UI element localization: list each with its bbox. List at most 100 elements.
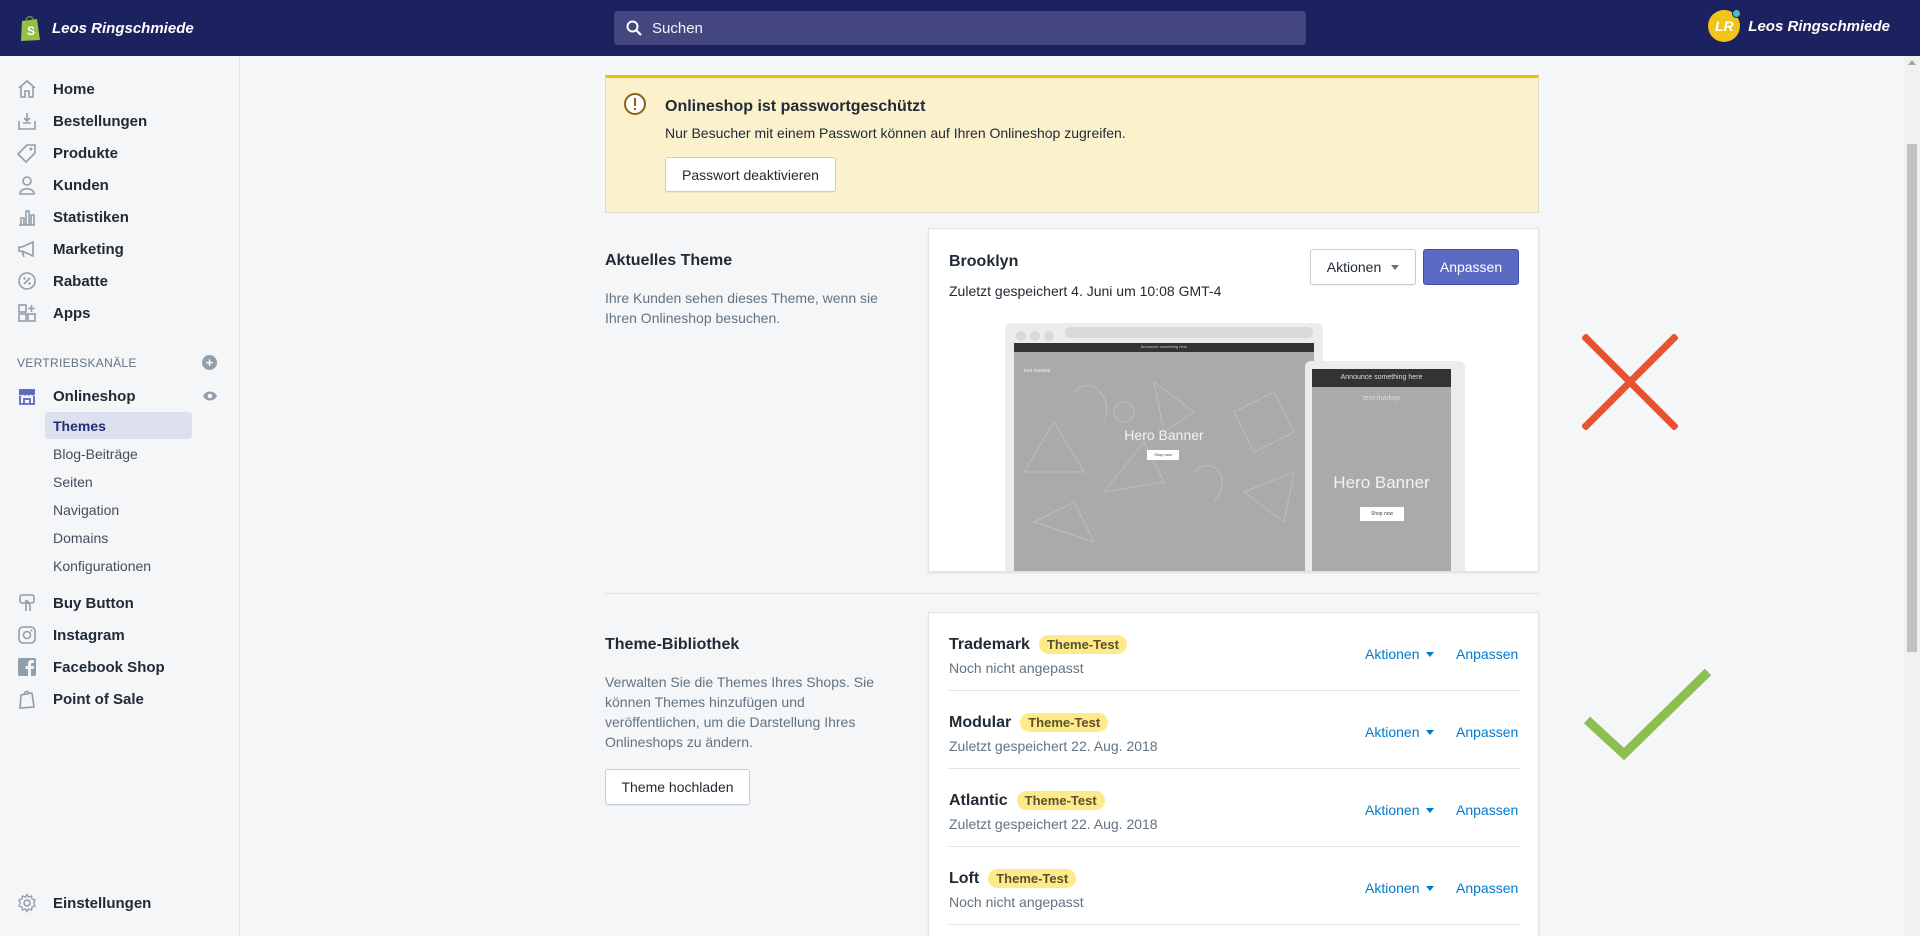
theme-row: Loft Theme-Test Noch nicht angepasst Akt… <box>949 847 1520 925</box>
hero-pattern-image: test-markep <box>1023 368 1295 543</box>
upload-theme-button[interactable]: Theme hochladen <box>605 769 750 805</box>
theme-actions-dropdown[interactable]: Aktionen <box>1365 724 1435 740</box>
sidebar-item-facebook-shop[interactable]: Facebook Shop <box>16 654 165 680</box>
password-banner: Onlineshop ist passwortgeschützt Nur Bes… <box>605 75 1539 213</box>
sidebar-item-label: Bestellungen <box>53 112 148 130</box>
sidebar-item-label: Onlineshop <box>53 387 136 405</box>
theme-title: Trademark Theme-Test <box>949 635 1127 654</box>
sidebar: Home Bestellungen Produkte Kunden Statis… <box>0 56 240 936</box>
current-theme-heading: Aktuelles Theme <box>605 252 733 269</box>
desktop-screen: Announce something here test-markep Hero… <box>1014 343 1314 571</box>
current-theme-card: Brooklyn Zuletzt gespeichert 4. Juni um … <box>928 228 1539 572</box>
sidebar-subitem-domains[interactable]: Domains <box>45 524 192 551</box>
actions-label: Aktionen <box>1365 880 1420 896</box>
sidebar-item-products[interactable]: Produkte <box>16 140 118 166</box>
chevron-down-icon <box>1426 651 1435 657</box>
sidebar-item-label: Point of Sale <box>53 690 144 708</box>
tag-icon <box>16 142 38 164</box>
theme-title: Atlantic Theme-Test <box>949 791 1105 810</box>
sidebar-item-label: Marketing <box>53 240 124 258</box>
sidebar-item-home[interactable]: Home <box>16 76 95 102</box>
sidebar-subitem-blog-posts[interactable]: Blog-Beiträge <box>45 440 192 467</box>
theme-test-badge: Theme-Test <box>988 869 1077 888</box>
sidebar-item-label: Einstellungen <box>53 894 152 912</box>
chevron-down-icon <box>1391 264 1400 270</box>
sidebar-item-instagram[interactable]: Instagram <box>16 622 125 648</box>
theme-title: Loft Theme-Test <box>949 869 1077 888</box>
theme-customize-link[interactable]: Anpassen <box>1456 646 1518 662</box>
sidebar-item-orders[interactable]: Bestellungen <box>16 108 147 134</box>
search-bar[interactable] <box>614 11 1306 45</box>
apps-icon <box>16 302 38 324</box>
theme-customize-link[interactable]: Anpassen <box>1456 880 1518 896</box>
theme-library-card: Trademark Theme-Test Noch nicht angepass… <box>928 612 1539 936</box>
sidebar-subitem-pages[interactable]: Seiten <box>45 468 192 495</box>
actions-label: Aktionen <box>1326 259 1382 275</box>
banner-text: Nur Besucher mit einem Passwort können a… <box>665 125 1126 141</box>
notification-dot <box>1732 9 1742 18</box>
eye-icon[interactable] <box>202 390 218 402</box>
theme-name: Loft <box>949 869 980 887</box>
hero-banner-text: Hero Banner <box>1124 427 1204 443</box>
person-icon <box>16 174 38 196</box>
sidebar-subitem-navigation[interactable]: Navigation <box>45 496 192 523</box>
theme-name: Atlantic <box>949 791 1008 809</box>
theme-customize-link[interactable]: Anpassen <box>1456 802 1518 818</box>
mobile-screen: Announce something here test-markep Hero… <box>1312 369 1451 571</box>
cross-mark-icon <box>1582 334 1678 430</box>
sidebar-item-label: Statistiken <box>53 208 129 226</box>
sidebar-item-online-store[interactable]: Onlineshop <box>16 383 136 409</box>
theme-actions-dropdown[interactable]: Aktionen <box>1365 880 1435 896</box>
section-divider <box>605 593 1539 594</box>
svg-text:S: S <box>27 24 35 38</box>
search-icon <box>626 20 642 36</box>
scroll-thumb[interactable] <box>1907 144 1917 652</box>
mobile-preview: Announce something here test-markep Hero… <box>1305 361 1465 571</box>
chevron-down-icon <box>1426 807 1435 813</box>
theme-row: Atlantic Theme-Test Zuletzt gespeichert … <box>949 769 1520 847</box>
scroll-up-icon[interactable] <box>1908 60 1916 65</box>
check-mark-icon <box>1583 668 1712 760</box>
sidebar-item-label: Rabatte <box>53 272 109 290</box>
chevron-down-icon <box>1426 729 1435 735</box>
customize-button[interactable]: Anpassen <box>1423 249 1519 285</box>
sidebar-subitem-preferences[interactable]: Konfigurationen <box>45 552 192 579</box>
mobile-shop-now-button: Shop now <box>1360 507 1404 521</box>
sidebar-item-label: Apps <box>53 304 91 322</box>
sidebar-item-marketing[interactable]: Marketing <box>16 236 124 262</box>
theme-preview[interactable]: Announce something here test-markep Hero… <box>1005 323 1465 571</box>
theme-status: Zuletzt gespeichert 22. Aug. 2018 <box>949 738 1158 754</box>
store-name: Leos Ringschmiede <box>52 19 194 37</box>
search-input[interactable] <box>652 19 1252 37</box>
sidebar-item-customers[interactable]: Kunden <box>16 172 109 198</box>
url-bar <box>1065 327 1313 338</box>
theme-customize-link[interactable]: Anpassen <box>1456 724 1518 740</box>
theme-actions-dropdown[interactable]: Aktionen <box>1365 646 1435 662</box>
avatar-initials: LR <box>1714 18 1734 34</box>
shop-now-button-preview: Shop now <box>1147 450 1179 460</box>
chevron-down-icon <box>1426 885 1435 891</box>
sidebar-item-settings[interactable]: Einstellungen <box>16 890 151 916</box>
sidebar-item-analytics[interactable]: Statistiken <box>16 204 129 230</box>
sales-channels-heading: VERTRIEBSKANÄLE <box>17 356 137 370</box>
actions-dropdown[interactable]: Aktionen <box>1310 249 1416 285</box>
account-name: Leos Ringschmiede <box>1748 17 1890 35</box>
sidebar-subitem-themes[interactable]: Themes <box>45 412 192 439</box>
store-icon <box>16 385 38 407</box>
sidebar-item-label: Produkte <box>53 144 119 162</box>
theme-status: Noch nicht angepasst <box>949 894 1084 910</box>
add-channel-icon[interactable]: + <box>202 355 217 370</box>
store-brand[interactable]: S Leos Ringschmiede <box>0 14 420 42</box>
sidebar-item-buy-button[interactable]: Buy Button <box>16 590 134 616</box>
disable-password-button[interactable]: Passwort deaktivieren <box>665 157 836 192</box>
theme-name: Brooklyn <box>949 253 1019 270</box>
page-scrollbar[interactable] <box>1904 56 1920 936</box>
theme-test-badge: Theme-Test <box>1038 635 1127 654</box>
sidebar-item-point-of-sale[interactable]: Point of Sale <box>16 686 144 712</box>
sidebar-item-discounts[interactable]: Rabatte <box>16 268 108 294</box>
megaphone-icon <box>16 238 38 260</box>
theme-title: Modular Theme-Test <box>949 713 1109 732</box>
theme-actions-dropdown[interactable]: Aktionen <box>1365 802 1435 818</box>
sidebar-item-apps[interactable]: Apps <box>16 300 91 326</box>
account-menu[interactable]: LR Leos Ringschmiede <box>1708 9 1890 42</box>
